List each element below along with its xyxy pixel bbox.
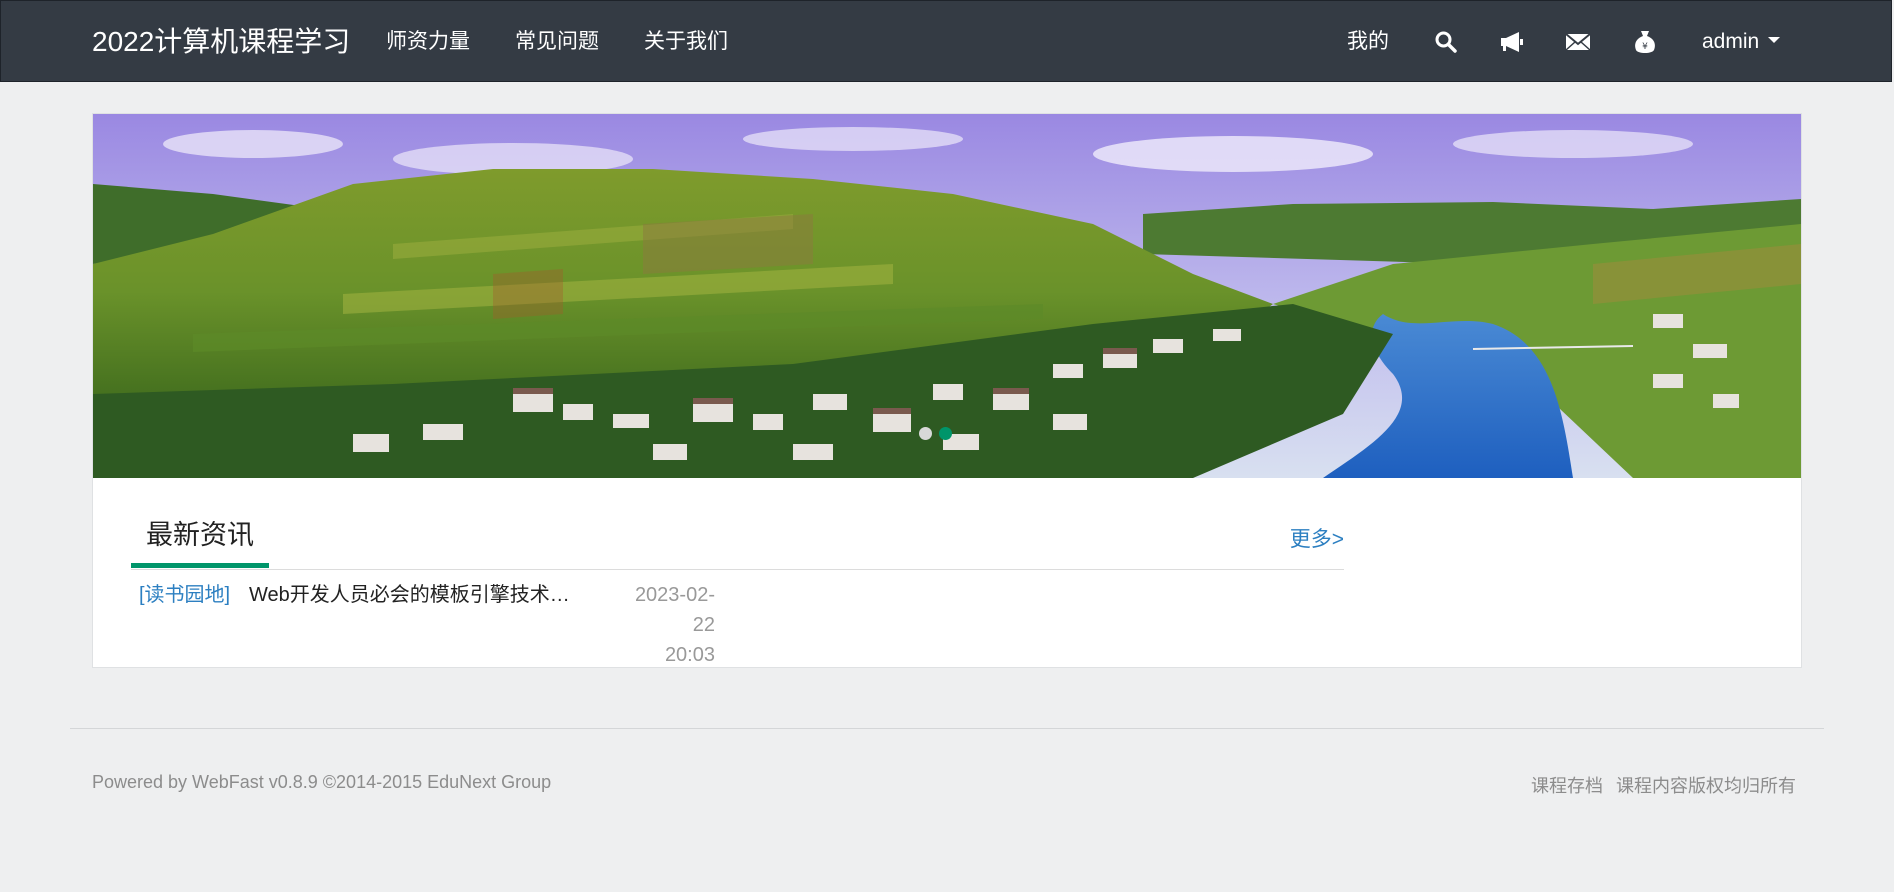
- user-menu[interactable]: admin: [1702, 29, 1781, 55]
- footer-links: 课程存档 课程内容版权均归所有: [1523, 772, 1796, 798]
- main-panel: 最新资讯 更多> [读书园地] Web开发人员必会的模板引擎技术… 2023-0…: [92, 113, 1802, 668]
- nav-link-teachers[interactable]: 师资力量: [386, 29, 470, 55]
- svg-text:¥: ¥: [1642, 42, 1648, 52]
- carousel-dot-1[interactable]: [919, 427, 932, 440]
- megaphone-icon[interactable]: [1498, 28, 1526, 56]
- money-bag-icon[interactable]: ¥: [1631, 28, 1659, 56]
- nav-link-faq[interactable]: 常见问题: [515, 29, 599, 55]
- footer-link-archive[interactable]: 课程存档: [1531, 776, 1603, 796]
- banner-carousel[interactable]: [93, 114, 1801, 478]
- news-section-title: 最新资讯: [131, 513, 269, 568]
- news-item-date: 2023-02-22 20:03: [615, 580, 715, 670]
- banner-landscape-image: [93, 114, 1801, 478]
- news-item-date-time: 20:03: [664, 644, 715, 666]
- nav-link-about[interactable]: 关于我们: [644, 29, 728, 55]
- footer-divider: [70, 728, 1824, 729]
- footer-powered-by: Powered by WebFast v0.8.9 ©2014-2015 Edu…: [92, 772, 552, 792]
- news-more-link[interactable]: 更多>: [1290, 523, 1344, 553]
- nav-link-mine[interactable]: 我的: [1347, 29, 1389, 55]
- chevron-down-icon: [1768, 37, 1781, 44]
- site-brand[interactable]: 2022计算机课程学习: [92, 25, 350, 59]
- search-icon[interactable]: [1432, 28, 1460, 56]
- news-item-title[interactable]: Web开发人员必会的模板引擎技术…: [249, 580, 599, 610]
- news-section-header: 最新资讯 更多>: [131, 513, 1344, 570]
- user-name: admin: [1702, 30, 1760, 53]
- news-item-category[interactable]: [读书园地]: [139, 580, 230, 610]
- top-navbar: 2022计算机课程学习 师资力量 常见问题 关于我们 我的 ¥ admin: [0, 0, 1892, 82]
- footer-link-copyright[interactable]: 课程内容版权均归所有: [1616, 776, 1796, 796]
- news-item-date-day: 2023-02-22: [634, 584, 715, 636]
- carousel-dot-2[interactable]: [939, 427, 952, 440]
- news-list-item: [读书园地] Web开发人员必会的模板引擎技术… 2023-02-22 20:0…: [139, 580, 759, 666]
- envelope-icon[interactable]: [1564, 28, 1592, 56]
